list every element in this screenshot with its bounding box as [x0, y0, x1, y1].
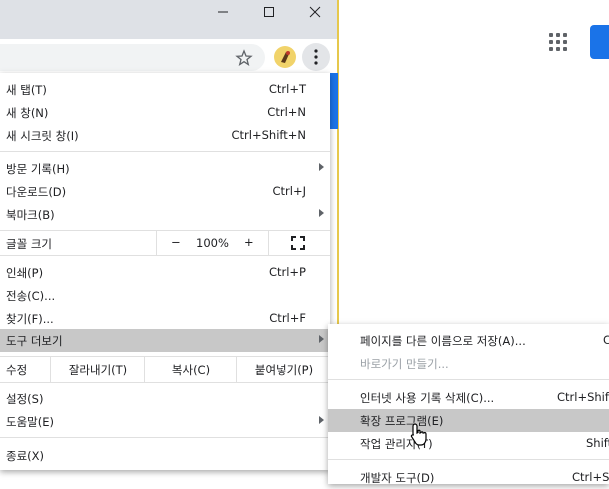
- edit-label: 수정: [6, 363, 28, 377]
- menu-separator: [0, 255, 330, 256]
- zoom-value: 100%: [196, 236, 229, 250]
- edit-row: 수정 잘라내기(T) 복사(C) 붙여넣기(P): [0, 357, 330, 382]
- menu-item-help[interactable]: 도움말(E): [0, 410, 330, 433]
- cut-button[interactable]: 잘라내기(T): [50, 357, 145, 382]
- menu-shortcut: Ctrl+Shift+N: [231, 128, 306, 142]
- menu-item-incognito[interactable]: 새 시크릿 창(I) Ctrl+Shift+N: [0, 124, 330, 147]
- zoom-out-button[interactable]: −: [156, 231, 193, 255]
- menu-item-exit[interactable]: 종료(X): [0, 444, 330, 467]
- menu-shortcut: Ctrl+N: [267, 105, 306, 119]
- menu-item-settings[interactable]: 설정(S): [0, 387, 330, 410]
- submenu-label: 확장 프로그램(E): [360, 414, 444, 428]
- paste-button[interactable]: 붙여넣기(P): [236, 357, 331, 382]
- menu-item-print[interactable]: 인쇄(P) Ctrl+P: [0, 261, 330, 284]
- submenu-arrow-icon: [319, 209, 324, 217]
- submenu-shortcut: Ctrl+Shift: [557, 390, 609, 404]
- menu-label: 인쇄(P): [6, 266, 44, 280]
- scrollbar-thumb[interactable]: [330, 73, 338, 129]
- zoom-minus: −: [171, 235, 181, 249]
- menu-separator: [0, 151, 330, 152]
- menu-shortcut: Ctrl+J: [272, 184, 307, 198]
- menu-item-more-tools[interactable]: 도구 더보기: [0, 329, 330, 352]
- paste-label: 붙여넣기(P): [254, 362, 314, 377]
- menu-item-cast[interactable]: 전송(C)...: [0, 284, 330, 307]
- menu-label: 다운로드(D): [6, 185, 67, 199]
- menu-label: 새 창(N): [6, 106, 49, 120]
- menu-label: 도움말(E): [6, 415, 54, 429]
- menu-label: 새 탭(T): [6, 83, 47, 97]
- submenu-shortcut: C: [603, 333, 609, 347]
- zoom-plus: +: [244, 235, 254, 249]
- maximize-icon[interactable]: [246, 0, 292, 24]
- menu-label: 북마크(B): [6, 208, 55, 222]
- submenu-label: 바로가기 만들기...: [360, 357, 449, 371]
- minimize-icon[interactable]: [200, 0, 246, 24]
- zoom-in-button[interactable]: +: [232, 231, 268, 255]
- bookmark-star-icon[interactable]: [235, 49, 253, 67]
- menu-separator: [328, 379, 609, 380]
- window-border: [337, 0, 339, 330]
- menu-shortcut: Ctrl+P: [268, 265, 306, 279]
- menu-label: 새 시크릿 창(I): [6, 129, 79, 143]
- sign-in-button[interactable]: [590, 25, 609, 59]
- chrome-main-menu: 새 탭(T) Ctrl+T 새 창(N) Ctrl+N 새 시크릿 창(I) C…: [0, 73, 330, 470]
- menu-shortcut: Ctrl+F: [269, 311, 306, 325]
- menu-item-new-tab[interactable]: 새 탭(T) Ctrl+T: [0, 78, 330, 101]
- browser-toolbar: [0, 39, 338, 73]
- menu-item-downloads[interactable]: 다운로드(D) Ctrl+J: [0, 180, 330, 203]
- submenu-label: 인터넷 사용 기록 삭제(C)...: [360, 391, 495, 405]
- address-bar[interactable]: [0, 44, 265, 71]
- submenu-arrow-icon: [319, 335, 324, 343]
- extension-icon[interactable]: [274, 46, 296, 68]
- zoom-row: 글꼴 크기 − 100% +: [0, 231, 330, 255]
- submenu-shortcut: Ctrl+Sh: [572, 470, 609, 484]
- zoom-label: 글꼴 크기: [6, 237, 52, 251]
- title-bar: [0, 0, 338, 39]
- menu-label: 방문 기록(H): [6, 162, 70, 176]
- submenu-item-clear-data[interactable]: 인터넷 사용 기록 삭제(C)... Ctrl+Shift: [328, 386, 609, 409]
- menu-item-history[interactable]: 방문 기록(H): [0, 157, 330, 180]
- fullscreen-icon: [291, 236, 305, 250]
- submenu-item-task-manager[interactable]: 작업 관리자(T) Shift: [328, 432, 609, 455]
- submenu-item-save-page[interactable]: 페이지를 다른 이름으로 저장(A)... C: [328, 329, 609, 352]
- menu-item-bookmarks[interactable]: 북마크(B): [0, 203, 330, 226]
- mouse-pointer-icon: [410, 423, 427, 446]
- menu-item-new-window[interactable]: 새 창(N) Ctrl+N: [0, 101, 330, 124]
- submenu-arrow-icon: [319, 416, 324, 424]
- more-tools-submenu: 페이지를 다른 이름으로 저장(A)... C 바로가기 만들기... 인터넷 …: [328, 324, 609, 485]
- submenu-item-create-shortcut: 바로가기 만들기...: [328, 352, 609, 375]
- apps-grid-icon[interactable]: [549, 33, 567, 51]
- menu-item-find[interactable]: 찾기(F)... Ctrl+F: [0, 307, 330, 330]
- copy-button[interactable]: 복사(C): [144, 357, 237, 382]
- menu-label: 찾기(F)...: [6, 312, 54, 326]
- copy-label: 복사(C): [171, 362, 211, 377]
- cut-label: 잘라내기(T): [68, 362, 128, 377]
- menu-kebab-icon[interactable]: [302, 43, 330, 71]
- menu-shortcut: Ctrl+T: [268, 82, 306, 96]
- menu-label: 전송(C)...: [6, 289, 56, 303]
- menu-label: 도구 더보기: [6, 334, 63, 348]
- submenu-item-devtools[interactable]: 개발자 도구(D) Ctrl+Sh: [328, 466, 609, 489]
- submenu-arrow-icon: [319, 163, 324, 171]
- menu-label: 설정(S): [6, 392, 44, 406]
- close-icon[interactable]: [292, 0, 338, 24]
- submenu-label: 페이지를 다른 이름으로 저장(A)...: [360, 334, 526, 348]
- menu-separator: [0, 382, 330, 383]
- menu-separator: [328, 459, 609, 460]
- menu-label: 종료(X): [6, 449, 45, 463]
- submenu-item-extensions[interactable]: 확장 프로그램(E): [328, 409, 609, 432]
- menu-separator: [0, 437, 330, 438]
- web-page: [339, 0, 609, 330]
- fullscreen-button[interactable]: [268, 231, 331, 255]
- submenu-shortcut: Shift: [586, 436, 609, 450]
